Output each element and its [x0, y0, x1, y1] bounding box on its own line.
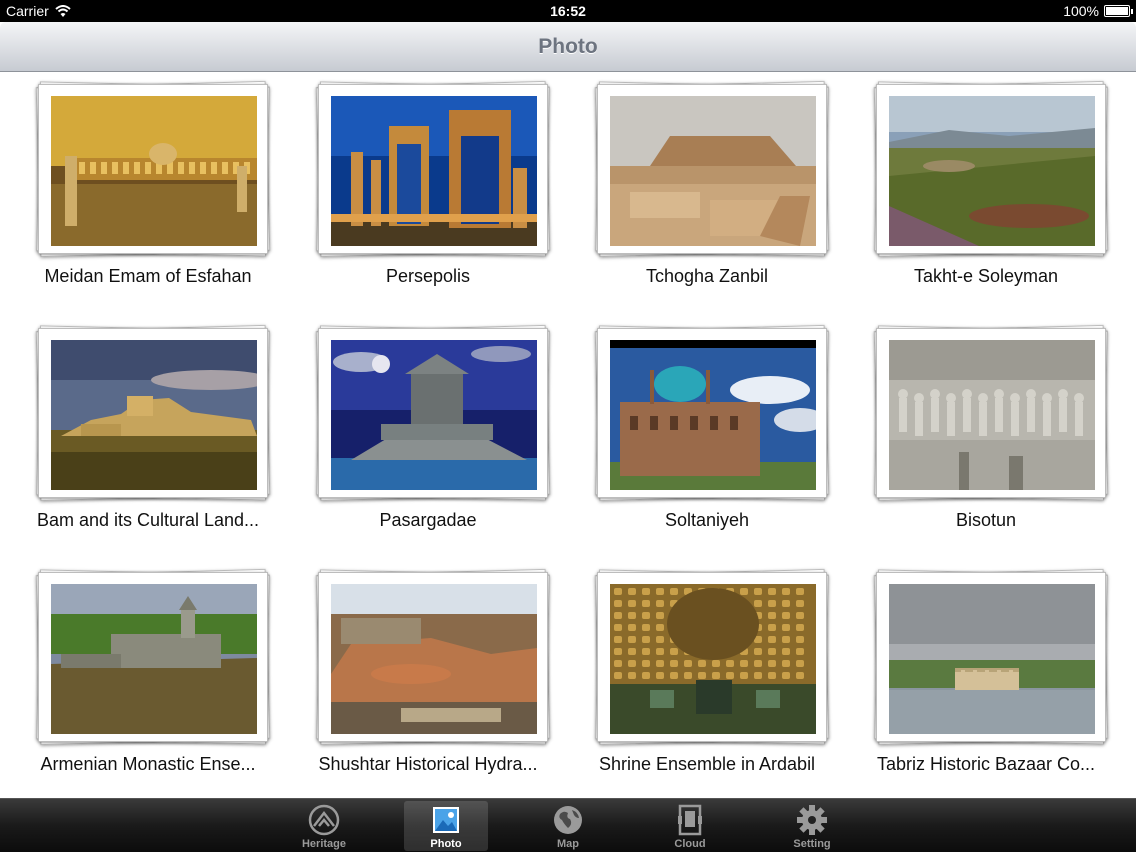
photo-caption: Tchogha Zanbil — [645, 266, 769, 286]
photo-stack[interactable] — [594, 80, 830, 258]
photo-caption: Armenian Monastic Ense... — [40, 754, 256, 774]
photo-tile[interactable]: Soltaniyeh — [559, 316, 839, 546]
page-title: Photo — [538, 35, 598, 58]
photo-grid: Meidan Emam of Esfahan Persepolis Tchogh… — [0, 72, 1136, 798]
photo-stack[interactable] — [873, 324, 1109, 502]
navigation-bar: Photo — [0, 22, 1136, 72]
photo-paper-front — [876, 328, 1106, 498]
tab-setting[interactable]: Setting — [770, 801, 854, 851]
photo-tile[interactable]: Meidan Emam of Esfahan — [0, 72, 280, 302]
tab-label: Cloud — [674, 838, 706, 850]
photo-caption: Persepolis — [385, 266, 471, 286]
photo-paper-front — [597, 84, 827, 254]
photo-caption: Takht-e Soleyman — [913, 266, 1059, 286]
photo-tile[interactable]: Takht-e Soleyman — [838, 72, 1118, 302]
photo-caption: Soltaniyeh — [664, 510, 750, 530]
heritage-icon — [308, 804, 340, 836]
photo-stack[interactable] — [35, 80, 271, 258]
cloud-icon — [678, 804, 702, 836]
photo-paper-front — [38, 328, 268, 498]
photo-tile[interactable]: Pasargadae — [280, 316, 560, 546]
photo-thumbnail — [51, 96, 257, 246]
photo-thumbnail — [331, 340, 537, 490]
photo-paper-front — [876, 572, 1106, 742]
photo-tile[interactable]: Tabriz Historic Bazaar Co... — [838, 560, 1118, 790]
photo-tile[interactable]: Shrine Ensemble in Ardabil — [559, 560, 839, 790]
photo-tile[interactable]: Tchogha Zanbil — [559, 72, 839, 302]
tab-label: Setting — [793, 838, 831, 850]
photo-paper-front — [876, 84, 1106, 254]
photo-caption: Meidan Emam of Esfahan — [44, 266, 252, 286]
clock: 16:52 — [550, 3, 586, 19]
tab-label: Photo — [430, 838, 462, 850]
tab-label: Map — [557, 838, 579, 850]
photo-thumbnail — [331, 584, 537, 734]
photo-tile[interactable]: Bisotun — [838, 316, 1118, 546]
photo-thumbnail — [889, 584, 1095, 734]
photo-tile[interactable]: Armenian Monastic Ense... — [0, 560, 280, 790]
photo-thumbnail — [610, 340, 816, 490]
photo-stack[interactable] — [594, 324, 830, 502]
photo-thumbnail — [889, 96, 1095, 246]
tab-cloud[interactable]: Cloud — [648, 801, 732, 851]
photo-stack[interactable] — [315, 324, 551, 502]
photo-caption: Pasargadae — [379, 510, 477, 530]
photo-stack[interactable] — [35, 568, 271, 746]
photo-caption: Shushtar Historical Hydra... — [318, 754, 538, 774]
tab-photo[interactable]: Photo — [404, 801, 488, 851]
photo-tile[interactable]: Bam and its Cultural Land... — [0, 316, 280, 546]
battery-percent: 100% — [1063, 3, 1099, 19]
photo-paper-front — [597, 572, 827, 742]
photo-stack[interactable] — [315, 568, 551, 746]
tab-label: Heritage — [301, 838, 347, 850]
photo-paper-front — [38, 572, 268, 742]
photo-thumbnail — [51, 340, 257, 490]
globe-icon — [554, 806, 582, 834]
photo-tile[interactable]: Persepolis — [280, 72, 560, 302]
photo-caption: Shrine Ensemble in Ardabil — [598, 754, 816, 774]
photo-caption: Bisotun — [955, 510, 1017, 530]
photo-paper-front — [318, 572, 548, 742]
photo-thumbnail — [610, 96, 816, 246]
photo-stack[interactable] — [873, 568, 1109, 746]
photo-thumbnail — [610, 584, 816, 734]
status-bar: Carrier 16:52 100% — [0, 0, 1136, 22]
photo-paper-front — [318, 84, 548, 254]
battery-icon — [1104, 5, 1133, 17]
photo-thumbnail — [889, 340, 1095, 490]
photo-thumbnail — [51, 584, 257, 734]
photo-stack[interactable] — [594, 568, 830, 746]
photo-caption: Bam and its Cultural Land... — [36, 510, 260, 530]
photo-stack[interactable] — [315, 80, 551, 258]
photo-paper-front — [597, 328, 827, 498]
photo-tile[interactable]: Shushtar Historical Hydra... — [280, 560, 560, 790]
photo-caption: Tabriz Historic Bazaar Co... — [876, 754, 1096, 774]
tab-bar: Heritage Photo Map Cloud Setting — [0, 798, 1136, 852]
photo-stack[interactable] — [35, 324, 271, 502]
photo-thumbnail — [331, 96, 537, 246]
photo-paper-front — [318, 328, 548, 498]
photo-paper-front — [38, 84, 268, 254]
tab-heritage[interactable]: Heritage — [282, 801, 366, 851]
gear-icon — [797, 805, 827, 835]
photo-icon — [433, 807, 459, 833]
battery-indicator: 100% — [1063, 3, 1133, 19]
tab-map[interactable]: Map — [526, 801, 610, 851]
photo-stack[interactable] — [873, 80, 1109, 258]
